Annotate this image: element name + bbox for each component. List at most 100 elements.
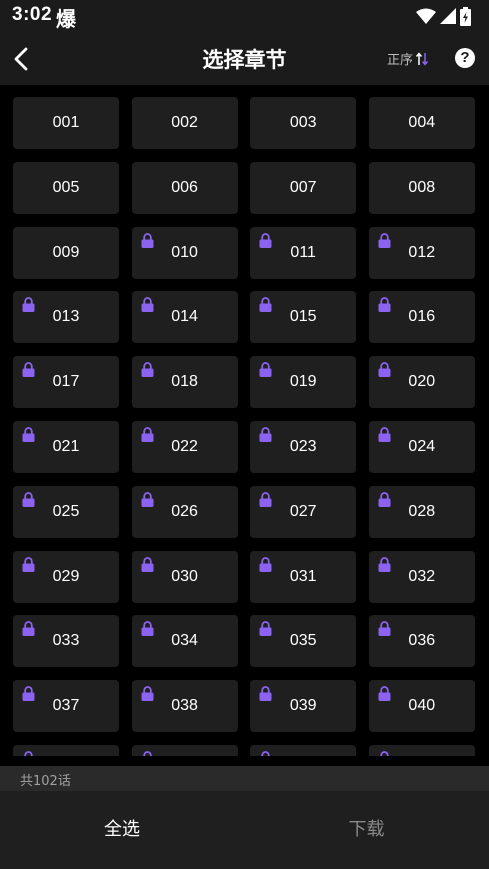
chapter-cell[interactable]: 003 [250, 97, 357, 149]
chapter-cell[interactable]: 020 [368, 356, 475, 409]
chapter-label: 011 [290, 243, 316, 261]
chapter-label: 025 [52, 502, 80, 520]
chapter-label: 007 [289, 178, 317, 196]
battery-icon [460, 6, 471, 26]
chapter-cell[interactable]: 025 [13, 485, 119, 538]
download-button[interactable]: 下载 [244, 791, 489, 869]
chapter-label: 003 [289, 114, 317, 131]
chapter-label: 022 [171, 437, 198, 455]
chapter-cell[interactable]: 021 [13, 420, 119, 473]
chapter-cell[interactable]: 001 [13, 97, 119, 149]
chapter-cell[interactable]: 030 [131, 550, 238, 603]
sort-toggle[interactable]: 正序 [387, 49, 429, 68]
chapter-cell[interactable]: 013 [13, 291, 119, 344]
help-icon[interactable]: ? [455, 48, 475, 68]
chapter-cell[interactable]: 036 [368, 615, 475, 668]
status-icons [416, 6, 471, 26]
chapter-cell[interactable]: 018 [131, 356, 238, 409]
total-bar: 共102话 [0, 766, 489, 791]
chapter-label: 034 [171, 632, 198, 650]
signal-icon [440, 8, 456, 24]
lock-icon [261, 751, 270, 756]
chapter-cell[interactable]: 006 [131, 161, 238, 214]
chapter-cell[interactable]: 033 [13, 615, 119, 668]
chapter-cell[interactable]: 014 [131, 291, 238, 344]
chapter-label: 038 [171, 697, 198, 715]
chapter-label: 032 [408, 567, 436, 585]
chapter-cell[interactable]: 038 [131, 680, 238, 733]
chapter-label: 010 [171, 243, 198, 261]
chapter-cell[interactable]: 011 [250, 226, 357, 279]
chapter-label: 009 [52, 243, 80, 261]
lock-icon [24, 751, 33, 756]
chapter-cell[interactable]: 015 [250, 291, 357, 344]
chapter-label: 021 [52, 437, 80, 455]
chapter-grid: 001 002 003 004 005 006 007 008 009 010 011 012 013 0… [13, 97, 475, 756]
chapter-cell[interactable]: 004 [368, 97, 475, 149]
chapter-label: 035 [289, 632, 317, 650]
chapter-label: 019 [289, 373, 317, 391]
chapter-label: 024 [408, 437, 436, 455]
lock-icon [380, 751, 389, 756]
chapter-cell[interactable] [250, 744, 357, 756]
status-time: 3:02 [12, 4, 53, 25]
lock-icon [142, 751, 152, 756]
chapter-cell[interactable]: 024 [368, 420, 475, 473]
chapter-cell[interactable]: 005 [13, 161, 119, 214]
chapter-label: 037 [52, 697, 80, 715]
chapter-cell[interactable]: 037 [13, 680, 119, 733]
chapter-label: 023 [289, 437, 317, 455]
top-app-bar: 选择章节 正序 ? [0, 32, 489, 85]
bottom-action-bar: 全选 下载 [0, 791, 489, 869]
chapter-label: 017 [52, 373, 80, 391]
chapter-cell[interactable]: 040 [368, 680, 475, 733]
chapter-cell[interactable]: 012 [368, 226, 475, 279]
chapter-cell[interactable] [131, 744, 238, 756]
chapter-cell[interactable]: 029 [13, 550, 119, 603]
chapter-cell[interactable]: 009 [13, 226, 119, 279]
chapter-label: 018 [171, 373, 198, 391]
chapter-cell[interactable]: 031 [250, 550, 357, 603]
chapter-cell[interactable]: 027 [250, 485, 357, 538]
chapter-label: 014 [171, 308, 198, 326]
wifi-icon [416, 8, 436, 24]
chapter-label: 026 [171, 502, 198, 520]
chapter-label: 039 [289, 697, 317, 715]
chapter-cell[interactable]: 026 [131, 485, 238, 538]
chapter-grid-scroll[interactable]: 001 002 003 004 005 006 007 008 009 010 011 012 013 0… [0, 85, 489, 756]
chapter-cell[interactable]: 019 [250, 356, 357, 409]
chapter-cell[interactable]: 034 [131, 615, 238, 668]
chapter-label: 029 [52, 567, 80, 585]
chapter-cell[interactable]: 022 [131, 420, 238, 473]
chapter-label: 001 [52, 114, 80, 131]
chapter-label: 033 [52, 632, 80, 650]
status-bar: 3:02 爆 [0, 0, 489, 32]
chapter-cell[interactable] [368, 744, 475, 756]
chapter-label: 008 [408, 178, 436, 196]
chapter-cell[interactable]: 016 [368, 291, 475, 344]
chapter-label: 013 [52, 308, 80, 326]
select-all-button[interactable]: 全选 [0, 791, 244, 869]
chapter-label: 020 [408, 373, 436, 391]
chapter-cell[interactable]: 008 [368, 161, 475, 214]
chapter-cell[interactable]: 023 [250, 420, 357, 473]
chapter-cell[interactable]: 010 [131, 226, 238, 279]
chapter-cell[interactable]: 002 [131, 97, 238, 149]
chapter-cell[interactable]: 007 [250, 161, 357, 214]
chapter-label: 006 [171, 178, 198, 196]
chapter-label: 005 [52, 178, 80, 196]
chapter-cell[interactable]: 039 [250, 680, 357, 733]
status-app-icon: 爆 [56, 7, 76, 31]
sort-arrows-icon [415, 51, 429, 66]
chapter-cell[interactable]: 032 [368, 550, 475, 603]
chapter-label: 040 [408, 697, 436, 715]
chapter-total-label: 共102话 [20, 774, 71, 789]
chapter-cell[interactable] [13, 744, 119, 756]
chapter-label: 028 [408, 502, 436, 520]
chapter-label: 016 [408, 308, 436, 326]
chapter-cell[interactable]: 028 [368, 485, 475, 538]
chapter-cell[interactable]: 017 [13, 356, 119, 409]
chapter-label: 004 [408, 114, 436, 131]
chapter-label: 036 [408, 632, 436, 650]
chapter-cell[interactable]: 035 [250, 615, 357, 668]
